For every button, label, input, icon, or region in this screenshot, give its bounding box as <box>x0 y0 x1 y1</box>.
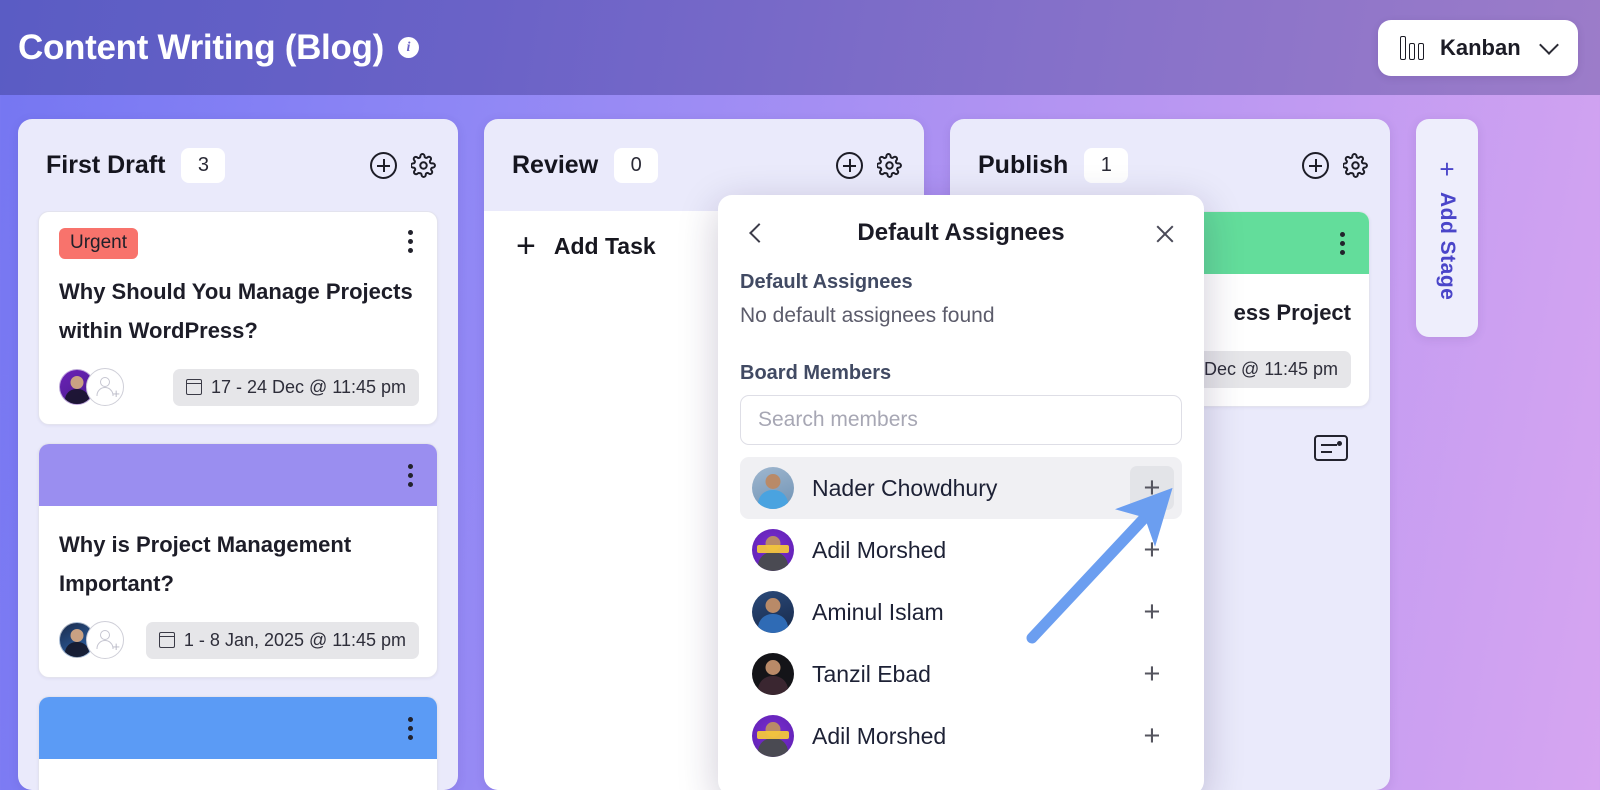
add-task-icon[interactable] <box>1302 151 1329 179</box>
kanban-board-icon <box>1400 35 1424 60</box>
add-task-icon[interactable] <box>370 151 397 179</box>
task-card-title: Why Should You Manage Projects within Wo… <box>59 279 413 343</box>
member-row[interactable]: Aminul Islam + <box>740 581 1182 643</box>
column-cards: Urgent Why Should You Manage Projects wi… <box>18 211 458 790</box>
add-member-button[interactable]: + <box>1130 652 1174 696</box>
avatar <box>752 653 794 695</box>
card-color-band <box>39 444 437 506</box>
member-name: Tanzil Ebad <box>812 660 931 687</box>
close-icon[interactable] <box>1154 222 1176 244</box>
column-actions <box>370 151 436 179</box>
add-task-label: Add Task <box>553 233 656 259</box>
due-date-text: 1 - 8 Jan, 2025 @ 11:45 pm <box>183 629 406 650</box>
plus-icon: + <box>516 226 536 265</box>
add-member-button[interactable]: + <box>1130 466 1174 510</box>
member-name: Adil Morshed <box>812 722 947 749</box>
member-name: Adil Morshed <box>812 536 947 563</box>
column-title: First Draft <box>46 150 166 179</box>
popover-header: Default Assignees <box>718 195 1204 271</box>
column-count-badge: 1 <box>1084 147 1129 183</box>
kebab-menu-icon[interactable] <box>402 228 419 255</box>
app-header: Content Writing (Blog) i Kanban <box>0 0 1600 95</box>
default-assignees-heading: Default Assignees <box>740 271 913 293</box>
view-switcher-label: Kanban <box>1440 34 1521 60</box>
add-person-icon[interactable]: + <box>86 368 124 406</box>
task-card-title: Why is Project Management Important? <box>59 532 352 596</box>
task-card[interactable]: Why is Project Management Important? + 1… <box>38 443 438 678</box>
column-count-badge: 0 <box>614 147 659 183</box>
add-task-icon[interactable] <box>836 151 863 179</box>
assignee-avatars: + <box>59 368 124 406</box>
avatar <box>752 715 794 757</box>
assignee-avatars: + <box>59 621 124 659</box>
column-title: Publish <box>978 150 1069 179</box>
card-color-band <box>39 697 437 759</box>
add-stage-label: Add Stage <box>1436 191 1459 301</box>
due-date-chip: 1 - 8 Jan, 2025 @ 11:45 pm <box>145 621 419 659</box>
column-actions <box>1302 151 1368 179</box>
gear-icon[interactable] <box>411 152 436 178</box>
chevron-down-icon <box>1539 35 1559 55</box>
avatar <box>752 467 794 509</box>
due-date-text: 17 - 24 Dec @ 11:45 pm <box>210 376 406 397</box>
default-assignees-empty-text: No default assignees found <box>740 304 995 327</box>
member-name: Aminul Islam <box>812 598 944 625</box>
board-members-heading: Board Members <box>740 362 892 384</box>
page-title: Content Writing (Blog) <box>18 27 384 67</box>
member-row[interactable]: Nader Chowdhury + <box>740 457 1182 519</box>
popover-title: Default Assignees <box>857 219 1065 246</box>
chevron-left-icon[interactable] <box>749 223 769 243</box>
add-member-button[interactable]: + <box>1130 528 1174 572</box>
member-row[interactable]: Tanzil Ebad + <box>740 643 1182 705</box>
member-row[interactable]: Adil Morshed + <box>740 519 1182 581</box>
add-member-button[interactable]: + <box>1130 590 1174 634</box>
plus-icon: + <box>1439 153 1455 184</box>
popover-body: Default Assignees No default assignees f… <box>718 271 1204 767</box>
column-title: Review <box>512 150 599 179</box>
search-input[interactable] <box>740 395 1182 445</box>
popover-caret <box>913 195 935 197</box>
calendar-icon <box>185 379 202 395</box>
status-badge: Urgent <box>59 228 139 259</box>
column-header: First Draft 3 <box>18 119 458 211</box>
view-switcher-button[interactable]: Kanban <box>1378 19 1578 76</box>
column-first-draft: First Draft 3 Urgent Why Should You Mana… <box>18 119 458 790</box>
add-person-icon[interactable]: + <box>86 621 124 659</box>
avatar <box>752 529 794 571</box>
add-stage-button[interactable]: + Add Stage <box>1416 119 1478 337</box>
board-members-list: Nader Chowdhury + Adil Morshed + Aminul … <box>740 457 1182 767</box>
add-member-button[interactable]: + <box>1130 714 1174 758</box>
board-title-group: Content Writing (Blog) i <box>18 28 419 68</box>
column-count-badge: 3 <box>181 147 226 183</box>
calendar-icon <box>158 632 175 648</box>
info-icon[interactable]: i <box>398 37 419 58</box>
kebab-menu-icon[interactable] <box>402 715 419 742</box>
default-assignees-popover: Default Assignees Default Assignees No d… <box>718 195 1204 790</box>
task-card[interactable] <box>38 696 438 790</box>
member-name: Nader Chowdhury <box>812 474 998 501</box>
kebab-menu-icon[interactable] <box>1334 230 1351 257</box>
gear-icon[interactable] <box>877 152 902 178</box>
avatar <box>752 591 794 633</box>
gear-icon[interactable] <box>1343 152 1368 178</box>
due-date-chip: 17 - 24 Dec @ 11:45 pm <box>172 368 419 406</box>
task-card[interactable]: Urgent Why Should You Manage Projects wi… <box>38 211 438 425</box>
column-actions <box>836 151 902 179</box>
member-row[interactable]: Adil Morshed + <box>740 705 1182 767</box>
kebab-menu-icon[interactable] <box>402 462 419 489</box>
note-card-icon[interactable] <box>1314 434 1348 461</box>
